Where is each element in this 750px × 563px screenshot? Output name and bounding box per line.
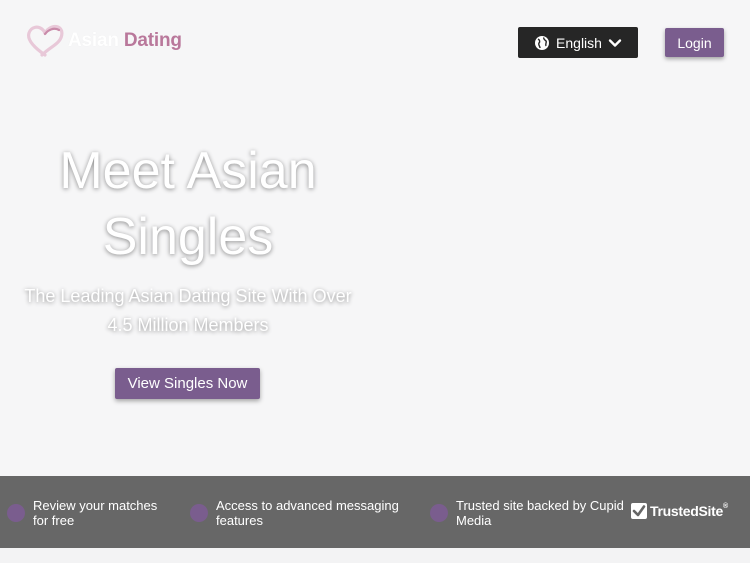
feature-text-line1: Trusted site backed by Cupid [456, 498, 624, 513]
bullet-dot-icon [190, 504, 208, 522]
feature-text-line2: Media [456, 513, 492, 528]
logo-text: Asian Dating [68, 30, 182, 52]
hero-subtitle: The Leading Asian Dating Site With Over … [0, 282, 376, 340]
globe-icon [535, 35, 550, 50]
language-selector[interactable]: English [518, 27, 638, 58]
feature-text-line2: for free [33, 513, 75, 528]
hero-title-line1: Meet Asian [59, 142, 317, 200]
feature-text: Review your matches for free [33, 498, 157, 528]
feature-item: Review your matches for free [7, 498, 177, 528]
hero-title: Meet Asian Singles [0, 138, 376, 270]
feature-item: Access to advanced messaging features [190, 498, 420, 528]
site-header: Asian Dating English Login [0, 0, 750, 84]
hero-title-line2: Singles [102, 208, 274, 266]
footer-strip [0, 548, 750, 563]
bullet-dot-icon [7, 504, 25, 522]
login-button[interactable]: Login [665, 28, 724, 57]
heart-icon [26, 24, 64, 57]
registered-mark: ® [722, 503, 728, 510]
language-label: English [556, 34, 602, 51]
logo-word-asian: Asian [68, 30, 119, 51]
bullet-dot-icon [430, 504, 448, 522]
view-singles-button[interactable]: View Singles Now [115, 368, 260, 399]
logo-word-dating: Dating [123, 30, 182, 51]
site-logo[interactable]: Asian Dating [26, 24, 182, 58]
feature-item: Trusted site backed by Cupid Media [430, 498, 630, 528]
checkbox-check-icon [631, 503, 647, 519]
feature-text-line1: Access to advanced messaging [216, 498, 399, 513]
hero-subtitle-line2: 4.5 Million Members [107, 315, 269, 335]
feature-text: Access to advanced messaging features [216, 498, 399, 528]
feature-text-line1: Review your matches [33, 498, 158, 513]
chevron-down-icon [608, 38, 622, 47]
hero-subtitle-line1: The Leading Asian Dating Site With Over [24, 286, 352, 306]
feature-text: Trusted site backed by Cupid Media [456, 498, 624, 528]
trusted-site-label: TrustedSite® [650, 503, 728, 519]
feature-text-line2: features [216, 513, 263, 528]
trusted-site-badge[interactable]: TrustedSite® [630, 502, 728, 520]
trusted-site-name: TrustedSite [650, 503, 723, 519]
